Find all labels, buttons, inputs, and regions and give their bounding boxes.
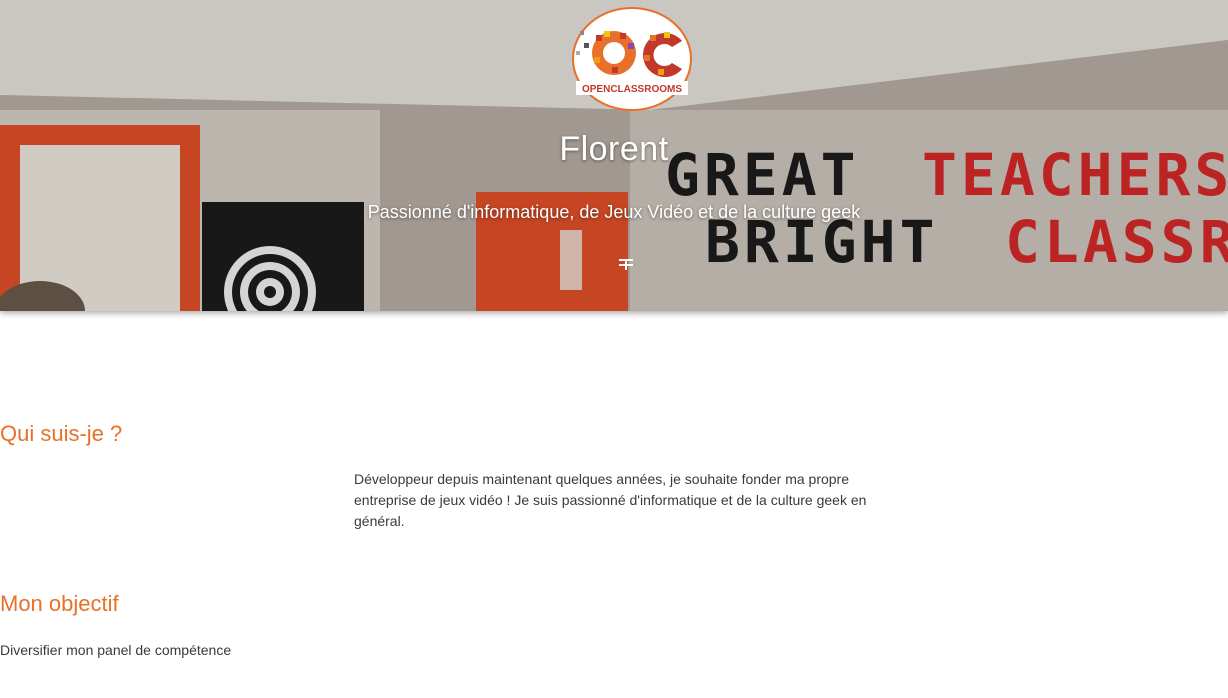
profile-name: Florent xyxy=(559,130,669,168)
cross-divider-icon xyxy=(619,259,633,270)
section-text-about: Développeur depuis maintenant quelques a… xyxy=(354,471,867,529)
openclassrooms-logo[interactable]: OPENCLASSROOMS xyxy=(572,7,692,111)
section-text-objective: Diversifier mon panel de compétence xyxy=(0,642,232,658)
section-title-about: Qui suis-je ? xyxy=(0,421,123,446)
section-title-objective: Mon objectif xyxy=(0,591,119,616)
profile-tagline: Passionné d'informatique, de Jeux Vidéo … xyxy=(367,202,861,222)
logo-wordmark: OPENCLASSROOMS xyxy=(582,84,682,95)
hero-header: GREAT TEACHERS BRIGHT CLASSROOMS xyxy=(0,0,1228,311)
